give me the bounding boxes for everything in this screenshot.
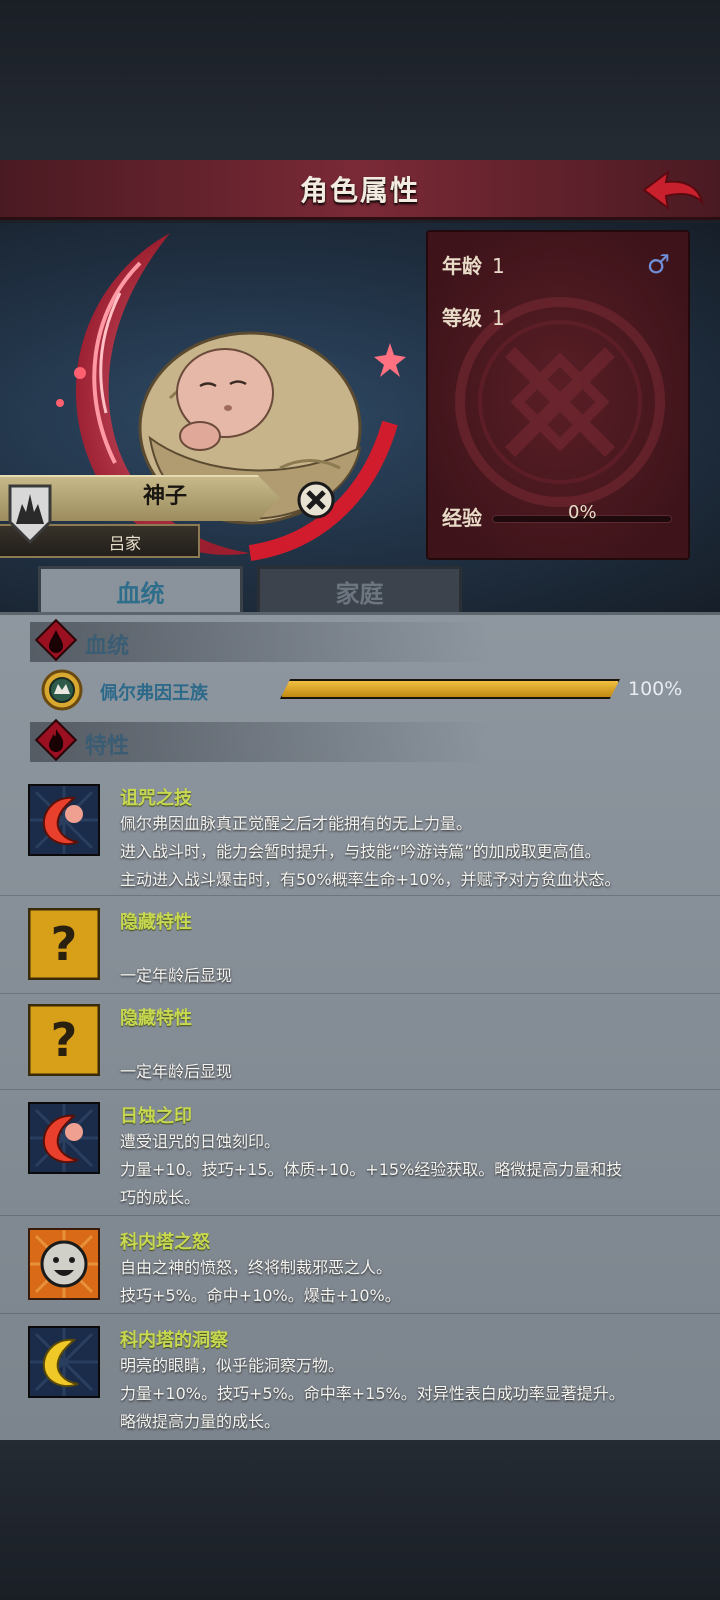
- trait-item[interactable]: 日蚀之印 遭受诅咒的日蚀刻印。 力量+10。技巧+15。体质+10。+15%经验…: [0, 1094, 720, 1216]
- level-value: 1: [492, 306, 505, 330]
- trait-item[interactable]: 科内塔的洞察 明亮的眼睛，似乎能洞察万物。 力量+10%。技巧+5%。命中率+1…: [0, 1318, 720, 1438]
- top-background: [0, 0, 720, 160]
- trait-item[interactable]: ? 隐藏特性 一定年龄后显现: [0, 900, 720, 994]
- stats-card: 年龄 1 ♂ 等级 1 经验 0%: [426, 230, 690, 560]
- svg-text:?: ?: [51, 917, 78, 971]
- traits-section-title: 特性: [85, 734, 130, 759]
- trait-desc-line: 明亮的眼睛，似乎能洞察万物。: [120, 1356, 345, 1375]
- svg-text:?: ?: [51, 1013, 78, 1067]
- title-bar: 角色属性: [0, 160, 720, 220]
- trait-item[interactable]: ? 隐藏特性 一定年龄后显现: [0, 996, 720, 1090]
- trait-name: 隐藏特性: [120, 1008, 192, 1029]
- page-title: 角色属性: [299, 173, 420, 207]
- flame-icon: [34, 718, 78, 762]
- tab-bloodline[interactable]: 血统: [38, 566, 243, 614]
- trait-desc-line: 进入战斗时，能力会暂时提升，与技能“吟游诗篇”的加成取更高值。: [120, 842, 601, 861]
- level-row: 等级 1: [442, 302, 505, 331]
- age-label: 年龄: [442, 254, 482, 278]
- trait-desc-line: 略微提高力量的成长。: [120, 1412, 281, 1431]
- red-crescent-icon: [28, 1102, 100, 1174]
- house-crest-icon: [8, 484, 52, 545]
- blood-drop-icon: [34, 618, 78, 662]
- bottom-background: [0, 1440, 720, 1600]
- trait-name: 日蚀之印: [120, 1106, 192, 1127]
- lineage-name: 佩尔弗因王族: [100, 683, 208, 704]
- exp-value: 0%: [568, 502, 597, 523]
- exp-label: 经验: [442, 506, 482, 530]
- trait-name: 隐藏特性: [120, 912, 192, 933]
- trait-desc-line: 技巧+5%。命中+10%。爆击+10%。: [120, 1286, 401, 1305]
- age-value: 1: [492, 254, 505, 278]
- trait-desc-line: 力量+10。技巧+15。体质+10。+15%经验获取。略微提高力量和技: [120, 1160, 623, 1179]
- trait-item[interactable]: 科内塔之怒 自由之神的愤怒，终将制裁邪恶之人。 技巧+5%。命中+10%。爆击+…: [0, 1220, 720, 1314]
- trait-desc-line: 主动进入战斗爆击时，有50%概率生命+10%，并赋予对方贫血状态。: [120, 870, 621, 889]
- tab-family[interactable]: 家庭: [257, 566, 462, 614]
- lineage-percent: 100%: [628, 678, 683, 700]
- character-name: 神子: [142, 484, 187, 509]
- level-label: 等级: [442, 306, 482, 330]
- family-name: 吕家: [108, 534, 141, 553]
- bloodline-section-title: 血统: [85, 634, 130, 659]
- trait-name: 科内塔之怒: [120, 1232, 210, 1253]
- age-row: 年龄 1: [442, 250, 505, 279]
- male-gender-icon: ♂: [646, 250, 670, 280]
- trait-name: 诅咒之技: [120, 788, 192, 809]
- smiling-face-icon: [28, 1228, 100, 1300]
- royal-emblem-icon: [41, 669, 83, 711]
- trait-item[interactable]: 诅咒之技 佩尔弗因血脉真正觉醒之后才能拥有的无上力量。 进入战斗时，能力会暂时提…: [0, 776, 720, 896]
- bloodline-section-header: 血统: [30, 618, 490, 662]
- trait-desc-line: 一定年龄后显现: [120, 966, 233, 985]
- close-icon[interactable]: [296, 480, 336, 520]
- trait-desc-line: 巧的成长。: [120, 1188, 201, 1207]
- lineage-bar-fill: [282, 681, 618, 697]
- bloodline-row[interactable]: 佩尔弗因王族 100%: [40, 668, 700, 712]
- question-mark-icon: ?: [28, 908, 100, 980]
- back-arrow-icon[interactable]: [640, 166, 706, 214]
- trait-desc-line: 力量+10%。技巧+5%。命中率+15%。对异性表白成功率显著提升。: [120, 1384, 625, 1403]
- trait-desc-line: 遭受诅咒的日蚀刻印。: [120, 1132, 281, 1151]
- lineage-bar: [280, 679, 620, 699]
- trait-desc-line: 自由之神的愤怒，终将制裁邪恶之人。: [120, 1258, 393, 1277]
- tab-bar: 血统 家庭: [0, 562, 720, 614]
- trait-name: 科内塔的洞察: [120, 1330, 228, 1351]
- question-mark-icon: ?: [28, 1004, 100, 1076]
- gold-crescent-icon: [28, 1326, 100, 1398]
- trait-desc-line: 一定年龄后显现: [120, 1062, 233, 1081]
- trait-desc-line: 佩尔弗因血脉真正觉醒之后才能拥有的无上力量。: [120, 814, 473, 833]
- traits-section-header: 特性: [30, 718, 490, 762]
- red-crescent-icon: [28, 784, 100, 856]
